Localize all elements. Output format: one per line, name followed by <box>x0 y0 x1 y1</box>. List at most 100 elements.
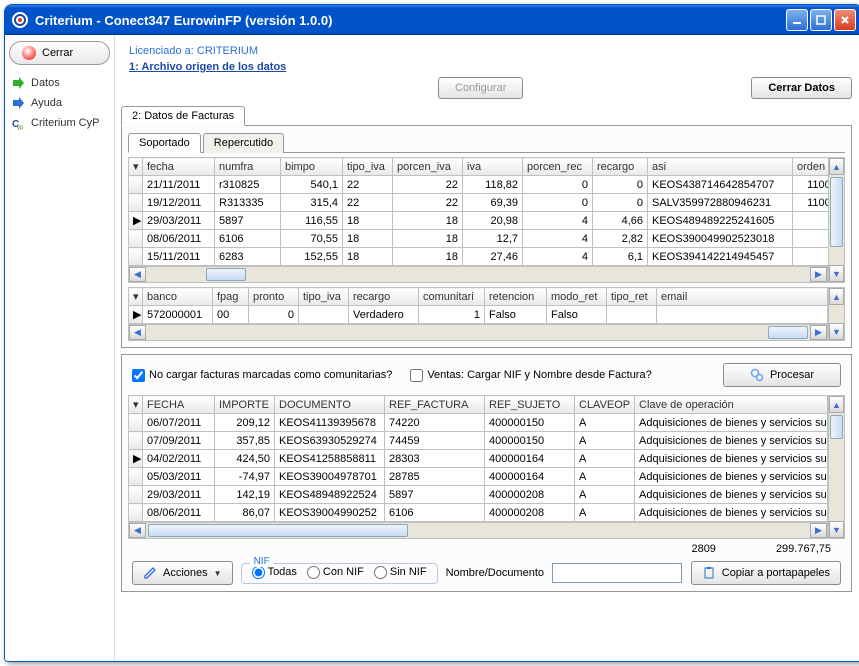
table-row[interactable]: 08/06/2011610670,55181812,742,82KEOS3900… <box>129 230 829 248</box>
app-window: Criterium - Conect347 EurowinFP (versión… <box>4 4 859 662</box>
col-asi[interactable]: asi <box>648 158 793 176</box>
table-row[interactable]: 05/03/2011-74,97KEOS39004978701287854000… <box>129 468 828 486</box>
chk-ventas-cargar-nif[interactable]: Ventas: Cargar NIF y Nombre desde Factur… <box>410 369 651 382</box>
table-row[interactable]: 08/06/201186,07KEOS390049902526106400000… <box>129 504 828 522</box>
col-pronto[interactable]: pronto <box>249 288 299 306</box>
scroll-up-icon[interactable]: ▲ <box>829 158 844 175</box>
total-count: 2809 <box>691 543 715 555</box>
col-IMPORTE[interactable]: IMPORTE <box>215 396 275 414</box>
col-orden[interactable]: orden <box>793 158 829 176</box>
grid-result[interactable]: ▾ FECHA IMPORTE DOCUMENTO REF_FACTURA RE… <box>128 395 828 522</box>
configurar-button[interactable]: Configurar <box>438 77 523 99</box>
grid2-vscroll[interactable]: ▲ ▼ <box>828 287 845 341</box>
sidebar: Cerrar Datos Ayuda Cyp Criterium CyP <box>5 35 115 661</box>
col-DOCUMENTO[interactable]: DOCUMENTO <box>275 396 385 414</box>
row-selector-header[interactable]: ▾ <box>129 396 143 414</box>
table-row[interactable]: 19/12/2011R313335315,4222269,3900SALV359… <box>129 194 829 212</box>
scroll-down-icon[interactable]: ▼ <box>829 323 844 340</box>
col-retencion[interactable]: retencion <box>485 288 547 306</box>
cyp-icon: Cyp <box>11 116 25 130</box>
row-selector-header[interactable]: ▾ <box>129 288 143 306</box>
col-numfra[interactable]: numfra <box>215 158 281 176</box>
grid1-hscroll[interactable]: ◀ ▶ <box>128 266 828 283</box>
scroll-down-icon[interactable]: ▼ <box>829 265 844 282</box>
nif-legend: NIF <box>250 556 274 567</box>
table-row[interactable]: 06/07/2011209,12KEOS41139395678742204000… <box>129 414 828 432</box>
col-bimpo[interactable]: bimpo <box>281 158 343 176</box>
table-row[interactable]: ▶ 572000001 00 0 Verdadero 1 Falso Falso <box>129 306 828 324</box>
power-icon <box>22 46 36 60</box>
col-FECHA[interactable]: FECHA <box>143 396 215 414</box>
arrow-right-green-icon <box>11 76 25 90</box>
col-comunitari[interactable]: comunitari <box>419 288 485 306</box>
col-tipo-ret[interactable]: tipo_ret <box>607 288 657 306</box>
grid3-hscroll[interactable]: ◀ ▶ <box>128 522 828 539</box>
table-row[interactable]: 07/09/2011357,85KEOS63930529274744594000… <box>129 432 828 450</box>
radio-con-nif[interactable]: Con NIF <box>307 566 364 579</box>
tab-soportado[interactable]: Soportado <box>128 133 201 153</box>
col-fecha[interactable]: fecha <box>143 158 215 176</box>
row-selector-header[interactable]: ▾ <box>129 158 143 176</box>
grid-soportado[interactable]: ▾ fecha numfra bimpo tipo_iva porcen_iva… <box>128 157 828 266</box>
col-recargo2[interactable]: recargo <box>349 288 419 306</box>
scroll-left-icon[interactable]: ◀ <box>129 325 146 340</box>
table-row[interactable]: ▶29/03/20115897116,55181820,9844,66KEOS4… <box>129 212 829 230</box>
main-area: Licenciado a: CRITERIUM 1: Archivo orige… <box>115 35 859 661</box>
scroll-up-icon[interactable]: ▲ <box>829 396 844 413</box>
col-banco[interactable]: banco <box>143 288 213 306</box>
col-REF-SUJETO[interactable]: REF_SUJETO <box>485 396 575 414</box>
scroll-right-icon[interactable]: ▶ <box>810 325 827 340</box>
procesar-button[interactable]: Procesar <box>723 363 841 387</box>
col-porcen-iva[interactable]: porcen_iva <box>393 158 463 176</box>
col-recargo[interactable]: recargo <box>593 158 648 176</box>
col-tipo-iva2[interactable]: tipo_iva <box>299 288 349 306</box>
col-iva[interactable]: iva <box>463 158 523 176</box>
scroll-up-icon[interactable]: ▲ <box>829 288 844 305</box>
col-porcen-rec[interactable]: porcen_rec <box>523 158 593 176</box>
sidebar-item-criterium-cyp[interactable]: Cyp Criterium CyP <box>9 113 110 133</box>
scroll-down-icon[interactable]: ▼ <box>829 521 844 538</box>
scroll-right-icon[interactable]: ▶ <box>810 523 827 538</box>
col-modo-ret[interactable]: modo_ret <box>547 288 607 306</box>
col-email[interactable]: email <box>657 288 828 306</box>
grid1-vscroll[interactable]: ▲ ▼ <box>828 157 845 283</box>
table-row[interactable]: ▶04/02/2011424,50KEOS4125885881128303400… <box>129 450 828 468</box>
radio-sin-nif[interactable]: Sin NIF <box>374 566 427 579</box>
minimize-button[interactable] <box>786 9 808 31</box>
grid2-hscroll[interactable]: ◀ ▶ <box>128 324 828 341</box>
acciones-button[interactable]: Acciones ▼ <box>132 561 233 585</box>
grid3-vscroll[interactable]: ▲ ▼ <box>828 395 845 539</box>
cerrar-datos-button[interactable]: Cerrar Datos <box>751 77 852 99</box>
cerrar-button[interactable]: Cerrar <box>9 41 110 65</box>
totals-row: 2809 299.767,75 <box>128 539 845 557</box>
grid-detail[interactable]: ▾ banco fpag pronto tipo_iva recargo com… <box>128 287 828 324</box>
license-line: Licenciado a: CRITERIUM <box>121 39 852 61</box>
close-window-button[interactable] <box>834 9 856 31</box>
radio-todas[interactable]: Todas <box>252 566 297 579</box>
gear-icon <box>750 368 764 382</box>
outer-tabs: 2: Datos de Facturas <box>121 105 852 126</box>
scroll-left-icon[interactable]: ◀ <box>129 523 146 538</box>
sidebar-item-datos[interactable]: Datos <box>9 73 110 93</box>
col-CLAVEOP[interactable]: CLAVEOP <box>575 396 635 414</box>
sidebar-item-label: Criterium CyP <box>31 117 99 129</box>
scroll-left-icon[interactable]: ◀ <box>129 267 146 282</box>
checkbox[interactable] <box>132 369 145 382</box>
table-row[interactable]: 29/03/2011142,19KEOS48948922524589740000… <box>129 486 828 504</box>
tab-repercutido[interactable]: Repercutido <box>203 133 284 153</box>
col-REF-FACTURA[interactable]: REF_FACTURA <box>385 396 485 414</box>
col-tipo-iva[interactable]: tipo_iva <box>343 158 393 176</box>
table-row[interactable]: 21/11/2011r310825540,12222118,8200KEOS43… <box>129 176 829 194</box>
sidebar-item-ayuda[interactable]: Ayuda <box>9 93 110 113</box>
maximize-button[interactable] <box>810 9 832 31</box>
chk-no-cargar-comunitarias[interactable]: No cargar facturas marcadas como comunit… <box>132 369 392 382</box>
col-fpag[interactable]: fpag <box>213 288 249 306</box>
table-row[interactable]: 15/11/20116283152,55181827,4646,1KEOS394… <box>129 248 829 266</box>
tab-datos-facturas[interactable]: 2: Datos de Facturas <box>121 106 245 126</box>
pencil-icon <box>143 566 157 580</box>
nombre-documento-input[interactable] <box>552 563 682 583</box>
checkbox[interactable] <box>410 369 423 382</box>
copiar-portapapeles-button[interactable]: Copiar a portapapeles <box>691 561 841 585</box>
scroll-right-icon[interactable]: ▶ <box>810 267 827 282</box>
col-clave-operacion[interactable]: Clave de operación <box>635 396 828 414</box>
